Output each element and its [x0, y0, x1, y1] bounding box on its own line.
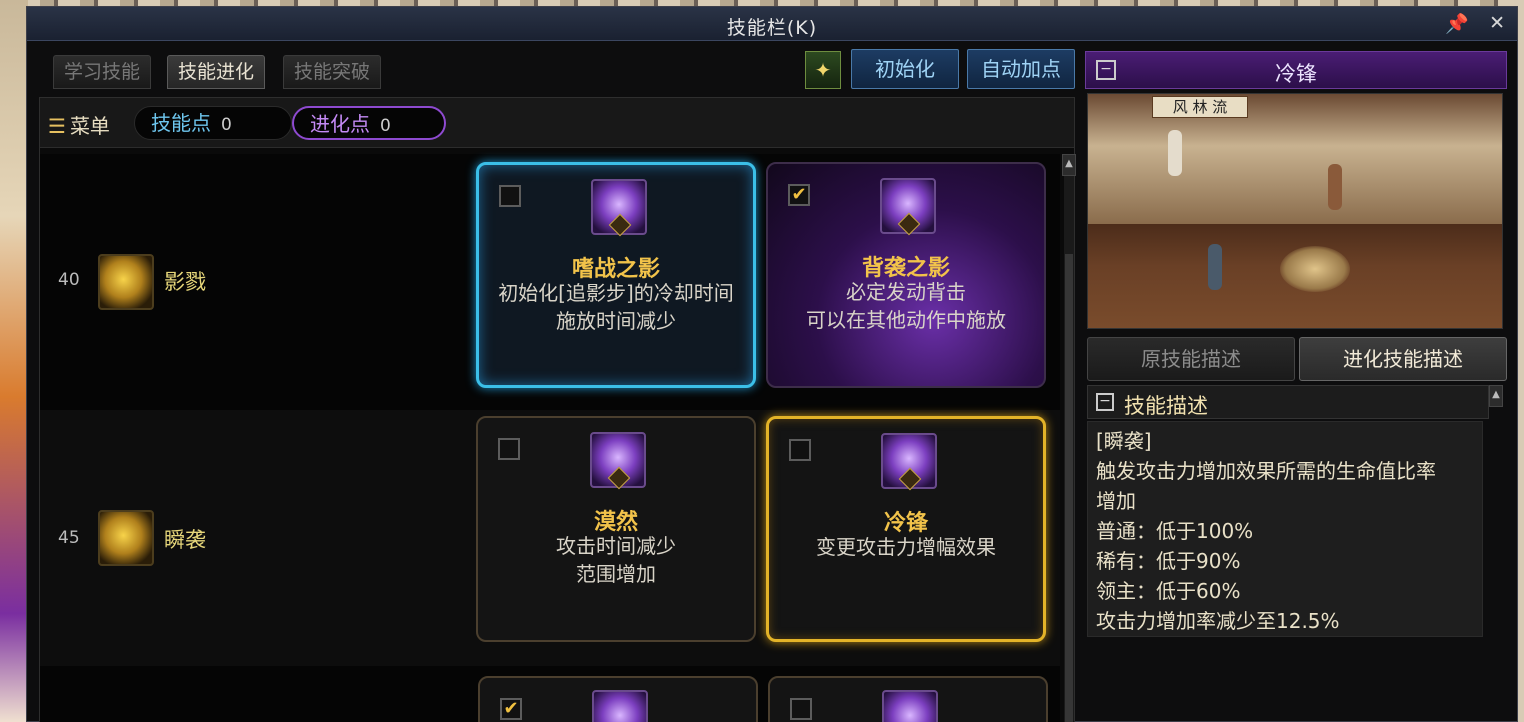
skill-row: ✔ [40, 666, 1060, 722]
detail-skill-name: 冷锋 [1275, 62, 1317, 86]
option-description: 初始化[追影步]的冷却时间 施放时间减少 [479, 279, 753, 335]
description-line: 稀有：低于90% [1096, 549, 1241, 573]
close-icon[interactable]: ✕ [1489, 12, 1505, 34]
option-checkbox[interactable] [498, 438, 520, 460]
skill-name: 影戮 [164, 270, 206, 294]
option-desc-line: 必定发动背击 [846, 280, 966, 304]
option-desc-line: 范围增加 [576, 562, 656, 586]
skill-level: 45 [58, 528, 80, 548]
evolution-skill-icon [592, 690, 648, 722]
option-description: 变更攻击力增幅效果 [769, 533, 1043, 561]
evolution-points-badge: 进化点 0 [292, 106, 446, 140]
skill-window: 技能栏(K) 📌 ✕ 学习技能 技能进化 技能突破 ✦ 初始化 自动加点 ☰ 菜单… [26, 6, 1518, 722]
option-desc-line: 可以在其他动作中施放 [806, 308, 1006, 332]
scroll-up-arrow-icon[interactable]: ▲ [1489, 385, 1503, 407]
evolution-option-card[interactable]: 嗜战之影 初始化[追影步]的冷却时间 施放时间减少 [476, 162, 756, 388]
tab-skill-evolution[interactable]: 技能进化 [167, 55, 266, 89]
window-title: 技能栏(K) [726, 17, 818, 39]
description-body: [瞬袭] 触发攻击力增加效果所需的生命值比率 增加 普通：低于100% 稀有：低… [1087, 421, 1483, 637]
description-line: 增加 [1096, 489, 1136, 513]
description-header: − 技能描述 [1087, 385, 1489, 419]
menu-button[interactable]: ☰ 菜单 [48, 110, 110, 139]
skill-points-badge: 技能点 0 [134, 106, 292, 140]
evolution-option-card[interactable]: ✔ [478, 676, 758, 722]
reset-button[interactable]: 初始化 [851, 49, 959, 89]
scrollbar-thumb[interactable] [1065, 254, 1073, 722]
description-section-label: 技能描述 [1124, 394, 1208, 418]
description-line: 触发攻击力增加效果所需的生命值比率 [1096, 459, 1436, 483]
shadow-slaughter-icon[interactable] [98, 254, 154, 310]
title-bar[interactable]: 技能栏(K) 📌 ✕ [27, 7, 1517, 41]
evolution-skill-icon [880, 178, 936, 236]
description-line: 领主：低于60% [1096, 579, 1241, 603]
description-line: 攻击力增加率减少至12.5% [1096, 609, 1340, 633]
preview-character [1168, 130, 1182, 176]
collapse-icon[interactable]: − [1096, 393, 1114, 411]
skill-level: 40 [58, 270, 80, 290]
option-desc-line: 变更攻击力增幅效果 [816, 535, 996, 559]
preview-wall [1088, 94, 1502, 224]
skill-detail-panel: − 冷锋 风 林 流 原技能描述 进化技能描述 − 技能描述 ▲ [瞬袭] 触发… [1085, 51, 1507, 722]
option-checkbox[interactable] [499, 185, 521, 207]
auto-assign-button[interactable]: 自动加点 [967, 49, 1075, 89]
option-checkbox[interactable] [789, 439, 811, 461]
evolution-skill-icon [590, 432, 646, 490]
preview-character [1208, 244, 1222, 290]
evolution-option-card[interactable]: 漠然 攻击时间减少 范围增加 [476, 416, 756, 642]
evolution-option-card[interactable]: 冷锋 变更攻击力增幅效果 [766, 416, 1046, 642]
game-background-left [0, 0, 28, 722]
preview-dust-effect [1280, 246, 1350, 292]
detail-header: − 冷锋 [1085, 51, 1507, 89]
evolution-points-value: 0 [380, 116, 391, 136]
option-checkbox[interactable] [790, 698, 812, 720]
tab-original-description[interactable]: 原技能描述 [1087, 337, 1295, 381]
evolution-info-icon[interactable]: ✦ [805, 51, 841, 89]
evolution-skill-icon [882, 690, 938, 722]
option-desc-line: 攻击时间减少 [556, 534, 676, 558]
skill-row: 45 瞬袭 漠然 攻击时间减少 范围增加 冷锋 变更攻击力增幅效果 [40, 410, 1060, 666]
preview-sign: 风 林 流 [1152, 96, 1248, 118]
evolution-option-card[interactable] [768, 676, 1048, 722]
evolution-option-card[interactable]: ✔ 背袭之影 必定发动背击 可以在其他动作中施放 [766, 162, 1046, 388]
skill-points-label: 技能点 [151, 111, 211, 135]
menu-label: 菜单 [69, 114, 110, 138]
menu-icon: ☰ [48, 114, 66, 138]
option-desc-line: 初始化[追影步]的冷却时间 [498, 281, 734, 305]
tab-evolved-description[interactable]: 进化技能描述 [1299, 337, 1507, 381]
skill-preview-video[interactable]: 风 林 流 [1087, 93, 1503, 329]
skill-points-value: 0 [221, 115, 232, 135]
skill-row: 40 影戮 嗜战之影 初始化[追影步]的冷却时间 施放时间减少 ✔ 背袭之影 必… [40, 154, 1060, 410]
pin-icon[interactable]: 📌 [1445, 12, 1469, 35]
description-line: [瞬袭] [1096, 429, 1152, 453]
option-desc-line: 施放时间减少 [556, 309, 676, 333]
tab-skill-breakthrough[interactable]: 技能突破 [283, 55, 382, 89]
evolution-points-label: 进化点 [310, 112, 370, 136]
menu-bar: ☰ 菜单 技能点 0 进化点 0 [40, 98, 1074, 148]
tab-learn-skill[interactable]: 学习技能 [53, 55, 152, 89]
evolution-list-panel: ☰ 菜单 技能点 0 进化点 0 40 影戮 嗜战之影 初始化[追影步]的冷却时间 施… [39, 97, 1076, 722]
preview-character [1328, 164, 1342, 210]
evolution-skill-icon [591, 179, 647, 237]
evolution-skill-icon [881, 433, 937, 491]
option-checkbox[interactable]: ✔ [500, 698, 522, 720]
scroll-up-arrow-icon[interactable]: ▲ [1062, 154, 1076, 176]
option-description: 攻击时间减少 范围增加 [478, 532, 754, 588]
option-checkbox[interactable]: ✔ [788, 184, 810, 206]
skill-name: 瞬袭 [164, 528, 206, 552]
option-description: 必定发动背击 可以在其他动作中施放 [768, 278, 1044, 334]
description-line: 普通：低于100% [1096, 519, 1254, 543]
instant-assault-icon[interactable] [98, 510, 154, 566]
